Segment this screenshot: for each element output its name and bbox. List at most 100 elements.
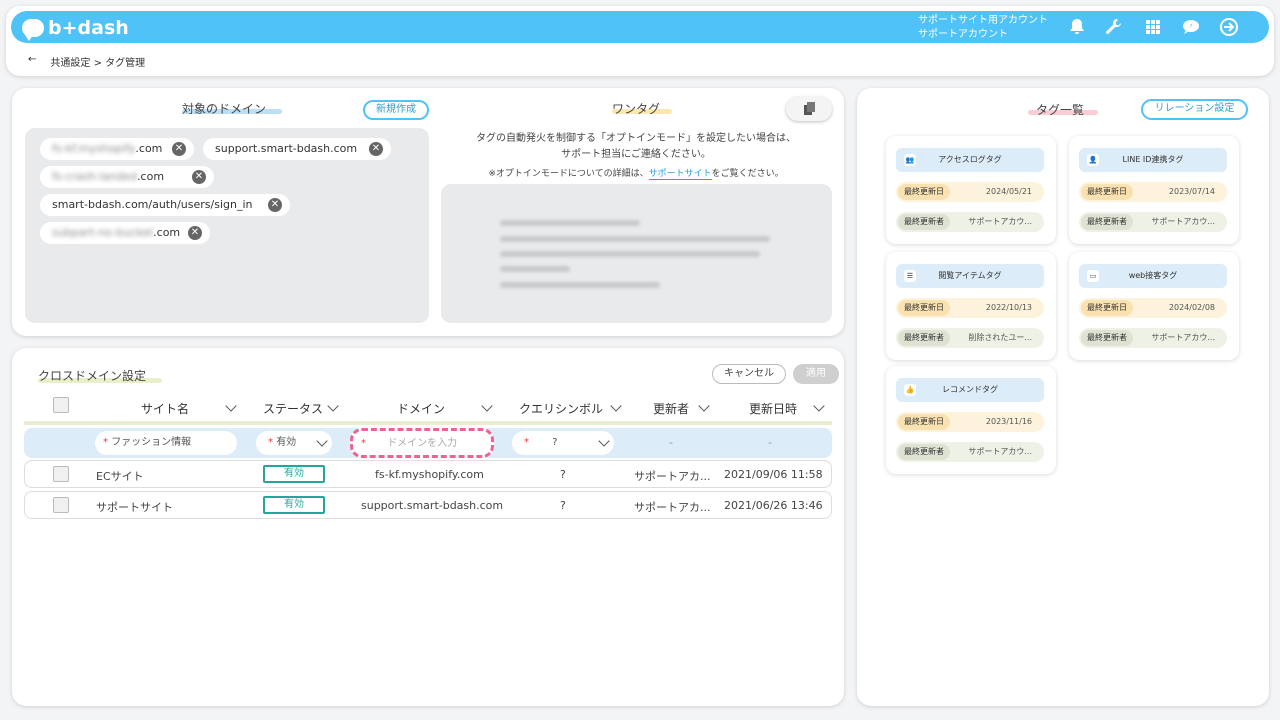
row-site-name: ECサイト bbox=[96, 470, 144, 483]
tag-card-header: 👍 レコメンドタグ bbox=[896, 378, 1044, 402]
cancel-button[interactable]: キャンセル bbox=[712, 364, 786, 384]
tag-card-recommend[interactable]: 👍 レコメンドタグ 最終更新日 2023/11/16 最終更新者 サポートアカウ... bbox=[886, 366, 1056, 474]
code-line bbox=[500, 251, 760, 257]
onetag-section-title: ワンタグ bbox=[612, 102, 661, 116]
tag-updated-row: 最終更新日 2024/05/21 bbox=[896, 182, 1044, 202]
tag-updater-row: 最終更新者 サポートアカウ... bbox=[896, 212, 1044, 232]
tag-updater-value: 削除されたユー... bbox=[968, 333, 1032, 342]
bell-icon[interactable] bbox=[1067, 17, 1087, 37]
tag-name: 閲覧アイテムタグ bbox=[938, 271, 1002, 280]
logo-bubble-icon bbox=[22, 19, 44, 41]
tag-name: LINE ID連携タグ bbox=[1122, 155, 1184, 164]
domain-chip: fs-kf.myshopify.com ✕ bbox=[40, 138, 194, 160]
row-updated-at: 2021/09/06 11:58 bbox=[724, 468, 823, 481]
tag-updated-label: 最終更新日 bbox=[898, 300, 950, 316]
column-header-domain[interactable]: ドメイン bbox=[397, 400, 445, 417]
account-info[interactable]: サポートサイト用アカウント サポートアカウント bbox=[918, 14, 1048, 42]
chat-support-icon[interactable]: ? bbox=[1181, 17, 1201, 37]
status-badge: 有効 bbox=[263, 465, 325, 483]
column-header-status[interactable]: ステータス bbox=[263, 400, 323, 417]
support-site-link[interactable]: サポートサイト bbox=[648, 169, 712, 180]
code-line bbox=[500, 236, 770, 242]
row-updater: サポートアカ... bbox=[634, 470, 711, 483]
relation-settings-button[interactable]: リレーション設定 bbox=[1141, 99, 1248, 120]
optin-note-line1: タグの自動発火を制御する「オプトインモード」を設定したい場合は、 bbox=[476, 133, 796, 144]
row-query-symbol: ? bbox=[560, 468, 566, 481]
breadcrumb-path: 共通設定 > タグ管理 bbox=[50, 58, 146, 69]
domain-placeholder: ドメインを入力 bbox=[387, 438, 458, 449]
tag-updater-label: 最終更新者 bbox=[1081, 214, 1133, 230]
remove-domain-icon[interactable]: ✕ bbox=[369, 142, 383, 156]
new-row-updater: - bbox=[669, 436, 673, 449]
tag-updated-date: 2024/05/21 bbox=[985, 187, 1032, 196]
tag-card-web-service[interactable]: ▭ web接客タグ 最終更新日 2024/02/08 最終更新者 サポートアカウ... bbox=[1069, 252, 1239, 360]
header-divider bbox=[24, 421, 832, 425]
tag-card-line-id[interactable]: 👤 LINE ID連携タグ 最終更新日 2023/07/14 最終更新者 サポートアカ… bbox=[1069, 136, 1239, 244]
remove-domain-icon[interactable]: ✕ bbox=[192, 170, 206, 184]
dropdown-chevron-icon bbox=[316, 435, 328, 447]
remove-domain-icon[interactable]: ✕ bbox=[188, 226, 202, 240]
code-line bbox=[500, 266, 570, 272]
tag-updater-label: 最終更新者 bbox=[1081, 330, 1133, 346]
column-header-updater[interactable]: 更新者 bbox=[653, 400, 689, 417]
tag-card-header: ▭ web接客タグ bbox=[1079, 264, 1227, 288]
tag-updated-date: 2023/11/16 bbox=[985, 417, 1032, 426]
remove-domain-icon[interactable]: ✕ bbox=[172, 142, 186, 156]
status-select[interactable]: * 有効 bbox=[256, 431, 332, 455]
row-checkbox[interactable] bbox=[53, 497, 69, 513]
copy-icon bbox=[804, 102, 815, 115]
domain-chip: subpart-no-bucket.com ✕ bbox=[40, 222, 210, 244]
remove-domain-icon[interactable]: ✕ bbox=[268, 198, 282, 212]
site-name-value: ファッション情報 bbox=[111, 437, 192, 448]
tag-card-header: ☰ 閲覧アイテムタグ bbox=[896, 264, 1044, 288]
tag-updated-row: 最終更新日 2022/10/13 bbox=[896, 298, 1044, 318]
tag-updated-date: 2022/10/13 bbox=[985, 303, 1032, 312]
tag-updated-label: 最終更新日 bbox=[898, 414, 950, 430]
site-name-input[interactable]: * ファッション情報 bbox=[95, 431, 237, 455]
tag-updater-row: 最終更新者 削除されたユー... bbox=[896, 328, 1044, 348]
thumbs-up-icon: 👍 bbox=[904, 384, 916, 396]
column-header-site-name[interactable]: サイト名 bbox=[141, 400, 189, 417]
breadcrumb: ← 共通設定 > タグ管理 bbox=[28, 54, 145, 69]
crossdomain-section-title: クロスドメイン設定 bbox=[38, 369, 147, 383]
code-line bbox=[500, 220, 640, 226]
column-header-query-symbol[interactable]: クエリシンボル bbox=[519, 400, 603, 417]
svg-text:?: ? bbox=[1190, 24, 1193, 30]
tag-updater-value: サポートアカウ... bbox=[968, 217, 1032, 226]
user-icon: 👤 bbox=[1087, 154, 1099, 166]
optin-note-line2: サポート担当にご連絡ください。 bbox=[561, 149, 711, 160]
tag-updater-row: 最終更新者 サポートアカウ... bbox=[896, 442, 1044, 462]
tag-card-header: 👥 アクセスログタグ bbox=[896, 148, 1044, 172]
new-domain-button[interactable]: 新規作成 bbox=[363, 100, 429, 120]
tag-updater-label: 最終更新者 bbox=[898, 214, 950, 230]
tag-card-header: 👤 LINE ID連携タグ bbox=[1079, 148, 1227, 172]
row-domain: support.smart-bdash.com bbox=[361, 499, 504, 512]
tag-updater-row: 最終更新者 サポートアカウ... bbox=[1079, 328, 1227, 348]
tag-card-viewed-item[interactable]: ☰ 閲覧アイテムタグ 最終更新日 2022/10/13 最終更新者 削除されたユー..… bbox=[886, 252, 1056, 360]
tag-updater-value: サポートアカウ... bbox=[1151, 333, 1215, 342]
tag-updater-value: サポートアカウ... bbox=[968, 447, 1032, 456]
grid-apps-icon[interactable] bbox=[1143, 17, 1163, 37]
tag-updater-label: 最終更新者 bbox=[898, 330, 950, 346]
back-arrow-icon[interactable]: ← bbox=[28, 54, 36, 69]
tag-updated-row: 最終更新日 2024/02/08 bbox=[1079, 298, 1227, 318]
apply-button[interactable]: 適用 bbox=[793, 364, 839, 384]
wrench-icon[interactable] bbox=[1104, 17, 1124, 37]
domain-chip: smart-bdash.com/auth/users/sign_in ✕ bbox=[40, 194, 290, 216]
list-icon: ☰ bbox=[904, 270, 916, 282]
monitor-icon: ▭ bbox=[1087, 270, 1099, 282]
tag-updater-value: サポートアカウ... bbox=[1151, 217, 1215, 226]
tag-card-access-log[interactable]: 👥 アクセスログタグ 最終更新日 2024/05/21 最終更新者 サポートアカウ..… bbox=[886, 136, 1056, 244]
logo[interactable]: b+dash bbox=[22, 17, 129, 41]
logout-icon[interactable] bbox=[1219, 17, 1239, 37]
row-updater: サポートアカ... bbox=[634, 501, 711, 514]
domain-chip: fs-crash-landed.com ✕ bbox=[40, 166, 214, 188]
select-all-checkbox[interactable] bbox=[53, 397, 69, 413]
column-header-updated-at[interactable]: 更新日時 bbox=[749, 400, 797, 417]
domain-input[interactable]: * ドメインを入力 bbox=[350, 428, 494, 458]
logo-text: b+dash bbox=[48, 17, 129, 39]
row-checkbox[interactable] bbox=[53, 466, 69, 482]
query-symbol-select[interactable]: * ? bbox=[512, 431, 614, 455]
tag-section-title: タグ一覧 bbox=[1036, 103, 1085, 117]
copy-tag-button[interactable] bbox=[786, 97, 832, 121]
